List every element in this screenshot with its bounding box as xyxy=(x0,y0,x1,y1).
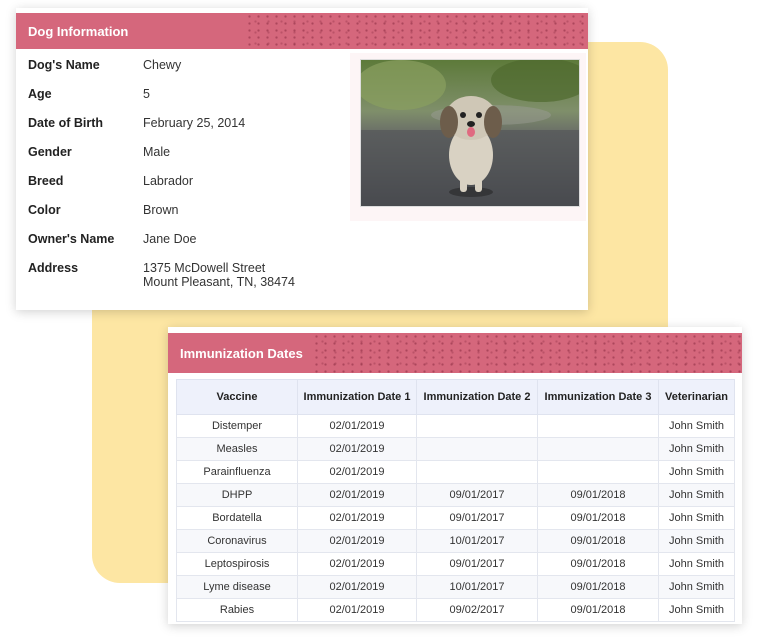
dog-information-card: Dog Information Dog's Name Chewy Age 5 D… xyxy=(16,8,588,310)
dog-photo-illustration xyxy=(361,60,579,206)
field-value: Chewy xyxy=(143,58,182,72)
immunization-header: Immunization Dates xyxy=(168,333,742,373)
field-value: Labrador xyxy=(143,174,194,188)
table-cell: John Smith xyxy=(658,552,735,576)
table-cell: John Smith xyxy=(658,506,735,530)
info-row-age: Age 5 xyxy=(28,87,295,116)
field-label: Date of Birth xyxy=(28,116,103,130)
table-cell: Lyme disease xyxy=(176,575,298,599)
table-cell: 02/01/2019 xyxy=(297,483,417,507)
column-header: Immunization Date 3 xyxy=(537,379,659,415)
field-value: Male xyxy=(143,145,171,159)
table-cell: John Smith xyxy=(658,575,735,599)
address-value: 1375 McDowell Street Mount Pleasant, TN,… xyxy=(143,261,295,289)
table-cell: 09/01/2018 xyxy=(537,529,659,553)
dog-info-list: Dog's Name Chewy Age 5 Date of Birth Feb… xyxy=(28,58,295,290)
field-value: February 25, 2014 xyxy=(143,116,246,130)
table-cell: 02/01/2019 xyxy=(297,598,417,622)
table-cell: DHPP xyxy=(176,483,298,507)
info-row-name: Dog's Name Chewy xyxy=(28,58,295,87)
info-row-color: Color Brown xyxy=(28,203,295,232)
table-cell: Leptospirosis xyxy=(176,552,298,576)
table-cell: 09/01/2017 xyxy=(416,552,538,576)
table-cell: Coronavirus xyxy=(176,529,298,553)
table-cell: 09/01/2017 xyxy=(416,483,538,507)
table-header-row: Vaccine Immunization Date 1 Immunization… xyxy=(176,379,735,415)
field-value: Brown xyxy=(143,203,179,217)
table-cell: Distemper xyxy=(176,414,298,438)
table-cell: John Smith xyxy=(658,414,735,438)
header-texture xyxy=(244,13,588,49)
info-row-dob: Date of Birth February 25, 2014 xyxy=(28,116,295,145)
table-cell: Bordatella xyxy=(176,506,298,530)
table-cell: Parainfluenza xyxy=(176,460,298,484)
table-cell: John Smith xyxy=(658,437,735,461)
header-texture xyxy=(311,333,742,373)
table-row: DHPP 02/01/2019 09/01/2017 09/01/2018 Jo… xyxy=(176,483,735,507)
table-cell: 02/01/2019 xyxy=(297,437,417,461)
table-cell: John Smith xyxy=(658,460,735,484)
column-header: Vaccine xyxy=(176,379,298,415)
field-label: Age xyxy=(28,87,52,101)
table-cell: John Smith xyxy=(658,598,735,622)
column-header: Veterinarian xyxy=(658,379,735,415)
address-line-2: Mount Pleasant, TN, 38474 xyxy=(143,275,295,289)
column-header: Immunization Date 1 xyxy=(297,379,417,415)
dog-photo xyxy=(360,59,580,207)
field-label: Color xyxy=(28,203,61,217)
info-row-breed: Breed Labrador xyxy=(28,174,295,203)
immunization-title: Immunization Dates xyxy=(180,345,303,361)
table-cell: Rabies xyxy=(176,598,298,622)
table-cell: 02/01/2019 xyxy=(297,460,417,484)
table-cell: Measles xyxy=(176,437,298,461)
table-row: Distemper 02/01/2019 John Smith xyxy=(176,414,735,438)
info-row-gender: Gender Male xyxy=(28,145,295,174)
table-cell: 02/01/2019 xyxy=(297,414,417,438)
immunization-card: Immunization Dates Vaccine Immunization … xyxy=(168,327,742,624)
field-label: Owner's Name xyxy=(28,232,115,246)
dog-photo-frame xyxy=(350,53,586,221)
table-cell: 09/01/2018 xyxy=(537,575,659,599)
field-label: Breed xyxy=(28,174,64,188)
table-cell: 02/01/2019 xyxy=(297,506,417,530)
table-row: Parainfluenza 02/01/2019 John Smith xyxy=(176,460,735,484)
table-cell xyxy=(416,414,538,438)
table-cell xyxy=(416,437,538,461)
table-row: Rabies 02/01/2019 09/02/2017 09/01/2018 … xyxy=(176,598,735,622)
table-cell: 09/01/2018 xyxy=(537,483,659,507)
field-value: 5 xyxy=(143,87,150,101)
info-row-address: Address 1375 McDowell Street Mount Pleas… xyxy=(28,261,295,290)
immunization-table: Vaccine Immunization Date 1 Immunization… xyxy=(176,379,735,622)
table-row: Coronavirus 02/01/2019 10/01/2017 09/01/… xyxy=(176,529,735,553)
table-cell xyxy=(537,460,659,484)
field-label: Gender xyxy=(28,145,72,159)
dog-information-header: Dog Information xyxy=(16,13,588,49)
table-cell: 02/01/2019 xyxy=(297,575,417,599)
table-cell: 09/01/2018 xyxy=(537,598,659,622)
table-cell xyxy=(537,414,659,438)
table-cell: 10/01/2017 xyxy=(416,529,538,553)
column-header: Immunization Date 2 xyxy=(416,379,538,415)
table-row: Leptospirosis 02/01/2019 09/01/2017 09/0… xyxy=(176,552,735,576)
table-cell: John Smith xyxy=(658,529,735,553)
table-cell: John Smith xyxy=(658,483,735,507)
address-line-1: 1375 McDowell Street xyxy=(143,261,266,275)
field-label: Address xyxy=(28,261,79,275)
table-cell: 09/01/2017 xyxy=(416,506,538,530)
table-cell xyxy=(416,460,538,484)
table-cell: 09/01/2018 xyxy=(537,552,659,576)
table-cell: 02/01/2019 xyxy=(297,552,417,576)
dog-information-title: Dog Information xyxy=(28,23,129,39)
info-row-owner: Owner's Name Jane Doe xyxy=(28,232,295,261)
field-value: Jane Doe xyxy=(143,232,197,246)
table-cell xyxy=(537,437,659,461)
table-cell: 09/01/2018 xyxy=(537,506,659,530)
table-cell: 02/01/2019 xyxy=(297,529,417,553)
table-cell: 09/02/2017 xyxy=(416,598,538,622)
table-cell: 10/01/2017 xyxy=(416,575,538,599)
field-label: Dog's Name xyxy=(28,58,100,72)
table-row: Lyme disease 02/01/2019 10/01/2017 09/01… xyxy=(176,575,735,599)
table-row: Bordatella 02/01/2019 09/01/2017 09/01/2… xyxy=(176,506,735,530)
table-row: Measles 02/01/2019 John Smith xyxy=(176,437,735,461)
